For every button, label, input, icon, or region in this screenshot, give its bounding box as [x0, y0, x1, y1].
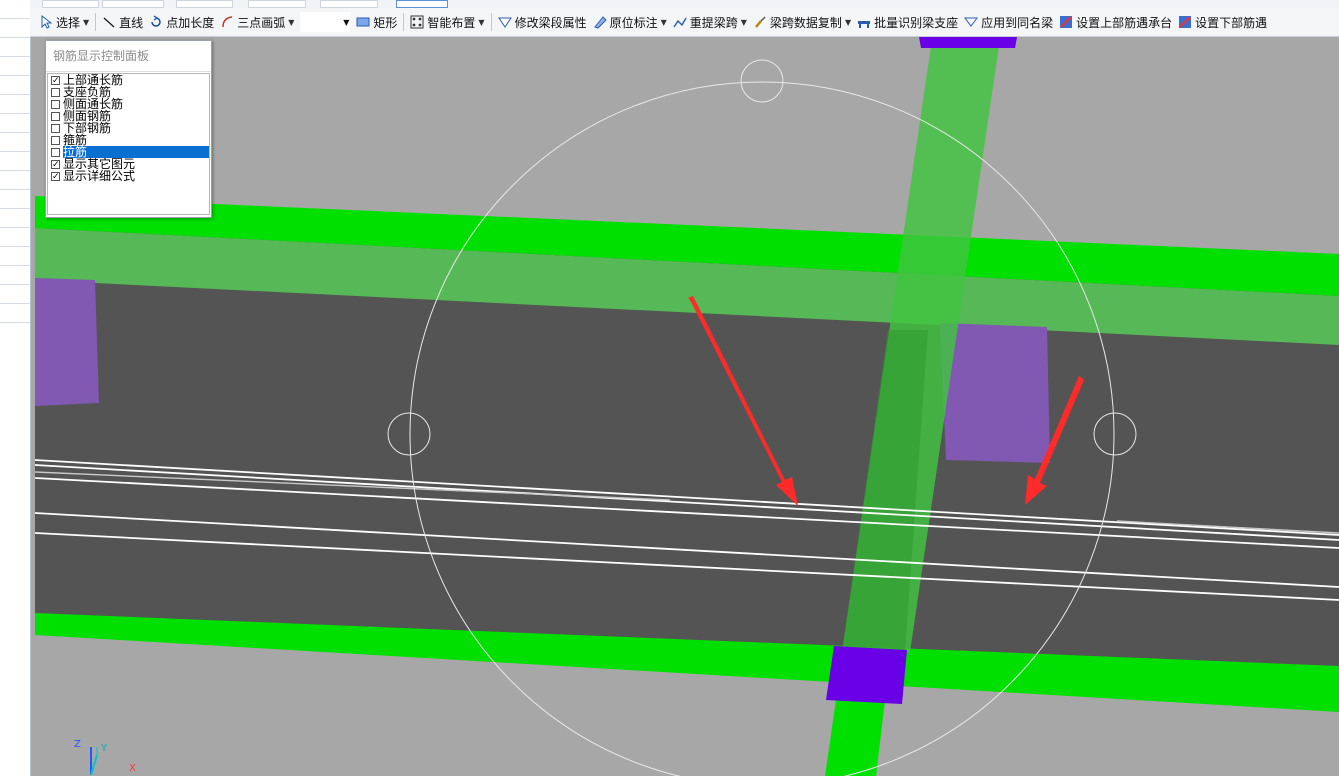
- smart-layout-icon: [410, 15, 424, 29]
- chevron-down-icon[interactable]: ▼: [478, 18, 484, 27]
- arc-button[interactable]: 三点画弧 ▼: [217, 11, 297, 33]
- modify-beam-icon: [497, 15, 512, 29]
- apply-icon: [964, 15, 979, 29]
- respan-label: 重提梁跨: [689, 15, 738, 30]
- in-situ-annotation-icon: [593, 15, 607, 29]
- chevron-down-icon[interactable]: ▼: [741, 18, 747, 27]
- rebar-option-checkbox[interactable]: ✓: [51, 171, 60, 181]
- smart-layout-button[interactable]: 智能布置 ▼: [407, 11, 487, 33]
- chevron-down-icon[interactable]: ▼: [288, 18, 294, 27]
- in-situ-annotation-button[interactable]: 原位标注 ▼: [590, 11, 670, 33]
- set-top-rebar-button[interactable]: 设置上部筋遇承台: [1056, 11, 1175, 33]
- arc-mode-dropdown[interactable]: ▼: [300, 12, 351, 32]
- line-button[interactable]: 直线: [99, 11, 146, 33]
- left-property-grid: [0, 0, 31, 776]
- batch-identify-icon: [857, 15, 871, 29]
- set-bottom-rebar-label: 设置下部筋遇: [1195, 15, 1268, 30]
- rectangle-label: 矩形: [373, 15, 398, 30]
- line-icon: [102, 15, 116, 29]
- batch-identify-label: 批量识别梁支座: [874, 15, 959, 30]
- span-data-copy-label: 梁跨数据复制: [769, 15, 842, 30]
- point-length-button[interactable]: 点加长度: [146, 11, 217, 33]
- in-situ-annotation-label: 原位标注: [609, 15, 658, 30]
- respan-icon: [673, 15, 687, 29]
- rebar-option-checkbox[interactable]: [51, 147, 60, 157]
- smart-layout-label: 智能布置: [427, 15, 476, 30]
- toolbar-separator: [490, 13, 492, 31]
- toolbar-separator: [95, 13, 97, 31]
- drawing-toolbar: 选择 ▼ 直线 点加长度 三点画弧 ▼ ▼ 矩形 智能布置 ▼ 修改梁段属性 原位标注…: [30, 8, 1339, 37]
- 3d-viewport[interactable]: Z Y X: [35, 37, 1339, 776]
- batch-identify-button[interactable]: 批量识别梁支座: [854, 11, 961, 33]
- respan-button[interactable]: 重提梁跨 ▼: [670, 11, 750, 33]
- rectangle-icon: [356, 15, 370, 29]
- purple-column-left[interactable]: [35, 278, 99, 406]
- rebar-option-checkbox[interactable]: ✓: [51, 159, 60, 169]
- apply-same-name-label: 应用到同名梁: [981, 15, 1054, 30]
- point-length-label: 点加长度: [166, 15, 215, 30]
- toolbar-separator: [403, 13, 405, 31]
- select-label: 选择: [56, 15, 81, 30]
- point-length-icon: [149, 15, 163, 29]
- cursor-arrow-icon: [39, 15, 53, 29]
- chevron-down-icon[interactable]: ▼: [83, 18, 89, 27]
- modify-beam-label: 修改梁段属性: [514, 15, 587, 30]
- set-top-rebar-icon: [1059, 15, 1073, 29]
- rebar-option-checkbox[interactable]: [51, 135, 60, 145]
- chevron-down-icon[interactable]: ▼: [661, 18, 667, 27]
- chevron-down-icon[interactable]: ▼: [845, 18, 851, 27]
- apply-same-name-button[interactable]: 应用到同名梁: [961, 11, 1056, 33]
- arc-icon: [220, 15, 234, 29]
- rebar-option-checkbox[interactable]: ✓: [51, 75, 60, 85]
- rebar-option-checkbox[interactable]: [51, 99, 60, 109]
- violet-block-top[interactable]: [919, 37, 1017, 48]
- upper-toolbar-strip: [30, 0, 1339, 8]
- brush-icon: [753, 15, 767, 29]
- modify-beam-button[interactable]: 修改梁段属性: [495, 11, 590, 33]
- rebar-option-checkbox[interactable]: [51, 87, 60, 97]
- rebar-option-label: 显示详细公式: [63, 169, 136, 183]
- select-button[interactable]: 选择 ▼: [36, 11, 92, 33]
- rebar-option-list[interactable]: ✓ 上部通长筋 支座负筋 侧面通长筋 侧面钢筋 下部钢筋 箍筋 拉筋 ✓ 显示其它图元 ✓ 显示详细公…: [47, 73, 210, 215]
- rebar-option[interactable]: ✓ 显示详细公式: [48, 170, 209, 182]
- panel-title: 钢筋显示控制面板: [46, 41, 211, 72]
- axis-y-label: Y: [101, 743, 108, 754]
- model-canvas[interactable]: [35, 37, 1339, 776]
- rebar-option-checkbox[interactable]: [51, 111, 60, 121]
- rectangle-button[interactable]: 矩形: [353, 11, 400, 33]
- set-bottom-rebar-icon: [1178, 15, 1192, 29]
- chevron-down-icon: ▼: [343, 17, 350, 27]
- axis-x-label: X: [129, 763, 136, 774]
- span-data-copy-button[interactable]: 梁跨数据复制 ▼: [750, 11, 854, 33]
- set-top-rebar-label: 设置上部筋遇承台: [1076, 15, 1173, 30]
- rebar-display-control-panel[interactable]: 钢筋显示控制面板 ✓ 上部通长筋 支座负筋 侧面通长筋 侧面钢筋 下部钢筋 箍筋 拉筋 ✓ 显示其…: [45, 40, 212, 218]
- rebar-option-checkbox[interactable]: [51, 123, 60, 133]
- axis-gizmo: Z Y X: [73, 737, 143, 776]
- purple-column-right[interactable]: [940, 323, 1050, 463]
- arc-label: 三点画弧: [237, 15, 286, 30]
- set-bottom-rebar-button[interactable]: 设置下部筋遇: [1175, 11, 1270, 33]
- line-label: 直线: [119, 15, 144, 30]
- axis-z-label: Z: [74, 739, 81, 750]
- violet-block-bottom[interactable]: [826, 646, 907, 704]
